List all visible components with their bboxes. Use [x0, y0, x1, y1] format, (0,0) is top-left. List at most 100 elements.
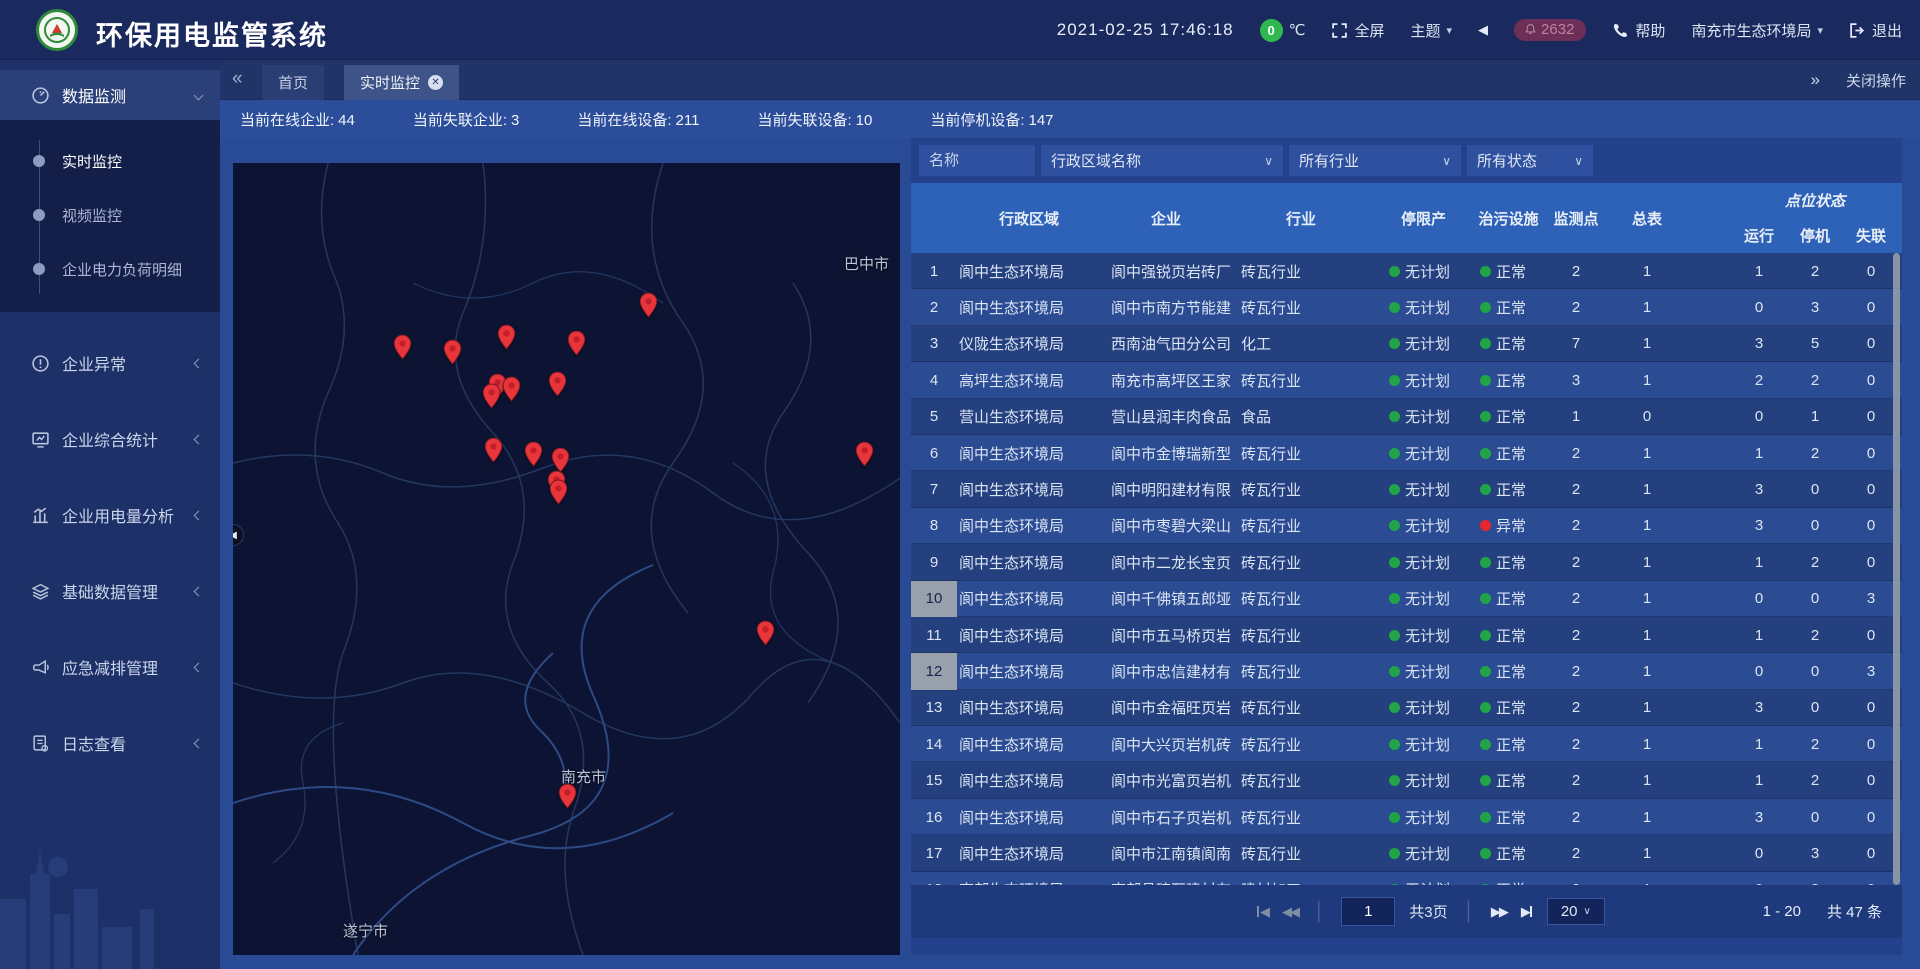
tabs-scroll-right-icon[interactable]: » [1811, 70, 1820, 90]
table-row[interactable]: 7阆中生态环境局阆中明阳建材有限公司砖瓦行业无计划正常21300 [911, 471, 1902, 507]
cell-lost: 0 [1843, 845, 1899, 862]
map-pin-icon[interactable] [502, 376, 521, 402]
cell-run: 1 [1731, 772, 1787, 789]
cell-company: 阆中市金博瑞新型墙材 [1101, 443, 1231, 464]
map-pin-icon[interactable] [855, 441, 874, 467]
theme-button[interactable]: 主题▾ [1411, 20, 1453, 41]
sidebar-subitem-0-0[interactable]: 实时监控 [0, 134, 220, 188]
cell-company: 阆中市江南镇阆南页岩 [1101, 843, 1231, 864]
chevron-down-icon: ∨ [1584, 906, 1591, 917]
sidebar-item-2[interactable]: 企业综合统计 [0, 414, 220, 464]
next-page-button[interactable]: ▶▶ [1491, 904, 1507, 920]
sidebar-subitem-0-2[interactable]: 企业电力负荷明细 [0, 242, 220, 296]
close-operations-button[interactable]: 关闭操作 [1846, 70, 1906, 91]
sidebar-item-4[interactable]: 基础数据管理 [0, 566, 220, 616]
col-region: 行政区域 [957, 208, 1101, 229]
map-pin-icon[interactable] [756, 620, 775, 646]
map-pin-icon[interactable] [567, 330, 586, 356]
page-size-select[interactable]: 20∨ [1547, 898, 1605, 925]
map-pin-icon[interactable] [558, 783, 577, 809]
status-select[interactable]: 所有状态∨ [1467, 145, 1593, 176]
sidebar-item-0[interactable]: 数据监测 [0, 70, 220, 120]
cell-lost: 0 [1843, 736, 1899, 753]
table-row[interactable]: 11阆中生态环境局阆中市五马桥页岩机砖砖瓦行业无计划正常21120 [911, 617, 1902, 653]
last-page-button[interactable]: ▶ [1521, 904, 1533, 920]
tab-realtime-monitor[interactable]: 实时监控 ✕ [344, 65, 459, 100]
cell-treatment-status: 正常 [1476, 333, 1541, 354]
first-page-button[interactable]: ◀ [1256, 904, 1268, 920]
tabs-scroll-left-icon[interactable]: « [232, 68, 243, 90]
table-row[interactable]: 9阆中生态环境局阆中市二龙长宝页岩砖砖瓦行业无计划正常21120 [911, 544, 1902, 580]
map-pin-icon[interactable] [482, 383, 501, 409]
map-pin-icon[interactable] [484, 437, 503, 463]
table-row[interactable]: 1阆中生态环境局阆中强锐页岩砖厂砖瓦行业无计划正常21120 [911, 253, 1902, 289]
help-button[interactable]: 帮助 [1612, 20, 1665, 41]
table-row[interactable]: 2阆中生态环境局阆中市南方节能建材有砖瓦行业无计划正常21030 [911, 289, 1902, 325]
cell-company: 南充市高坪区王家店建 [1101, 370, 1231, 391]
table-row[interactable]: 15阆中生态环境局阆中市光富页岩机砖厂砖瓦行业无计划正常21120 [911, 762, 1902, 798]
tab-close-icon[interactable]: ✕ [428, 75, 443, 90]
col-point-status-group: 点位状态 [1731, 190, 1899, 211]
cell-run: 0 [1731, 845, 1787, 862]
page-number-input[interactable] [1341, 897, 1395, 926]
table-row[interactable]: 3仪陇生态环境局西南油气田分公司川中化工无计划正常71350 [911, 326, 1902, 362]
cell-limit-status: 无计划 [1371, 625, 1476, 646]
bell-icon [1524, 23, 1537, 36]
sidebar-item-5[interactable]: 应急减排管理 [0, 642, 220, 692]
name-search-input[interactable] [929, 152, 1025, 169]
table-row[interactable]: 14阆中生态环境局阆中大兴页岩机砖厂砖瓦行业无计划正常21120 [911, 726, 1902, 762]
prev-page-button[interactable]: ◀◀ [1282, 904, 1298, 920]
sidebar-item-1[interactable]: 企业异常 [0, 338, 220, 388]
org-selector[interactable]: 南充市生态环境局▾ [1691, 20, 1823, 41]
message-badge[interactable]: 2632 [1514, 19, 1586, 41]
cell-company: 营山县润丰肉食品有限 [1101, 406, 1231, 427]
region-select[interactable]: 行政区域名称∨ [1041, 145, 1283, 176]
table-row[interactable]: 6阆中生态环境局阆中市金博瑞新型墙材砖瓦行业无计划正常21120 [911, 435, 1902, 471]
status-dot-icon [1480, 520, 1491, 531]
cell-region: 仪陇生态环境局 [957, 333, 1101, 354]
tab-home[interactable]: 首页 [262, 65, 324, 100]
table-row[interactable]: 18南部生态环境局南部县砖瓦建材有限公建材加工无计划正常21030 [911, 872, 1902, 885]
map-pin-icon[interactable] [524, 441, 543, 467]
table-row[interactable]: 17阆中生态环境局阆中市江南镇阆南页岩砖瓦行业无计划正常21030 [911, 835, 1902, 871]
map-pin-icon[interactable] [548, 371, 567, 397]
map-roads [233, 163, 900, 955]
industry-select[interactable]: 所有行业∨ [1289, 145, 1461, 176]
table-row[interactable]: 12阆中生态环境局阆中市忠信建材有限公砖瓦行业无计划正常21003 [911, 653, 1902, 689]
status-dot-icon [1389, 520, 1400, 531]
map-pin-icon[interactable] [497, 324, 516, 350]
map-pin-icon[interactable] [549, 479, 568, 505]
map-panel[interactable]: 巴中市南充市遂宁市 ◀ [233, 163, 900, 955]
map-pin-icon[interactable] [393, 334, 412, 360]
table-row[interactable]: 16阆中生态环境局阆中市石子页岩机砖厂砖瓦行业无计划正常21300 [911, 799, 1902, 835]
status-dot-icon [1480, 557, 1491, 568]
table-row[interactable]: 8阆中生态环境局阆中市枣碧大梁山页岩砖瓦行业无计划异常21300 [911, 508, 1902, 544]
logout-button[interactable]: 退出 [1849, 20, 1902, 41]
status-dot-icon [1480, 266, 1491, 277]
table-row[interactable]: 5营山生态环境局营山县润丰肉食品有限食品无计划正常10010 [911, 399, 1902, 435]
table-row[interactable]: 10阆中生态环境局阆中千佛镇五郎垭页岩砖瓦行业无计划正常21003 [911, 581, 1902, 617]
sidebar-subitem-0-1[interactable]: 视频监控 [0, 188, 220, 242]
table-row[interactable]: 13阆中生态环境局阆中市金福旺页岩机砖砖瓦行业无计划正常21300 [911, 690, 1902, 726]
sidebar-item-3[interactable]: 企业用电量分析 [0, 490, 220, 540]
cell-points: 2 [1541, 627, 1611, 644]
fullscreen-button[interactable]: 全屏 [1331, 20, 1384, 41]
cell-stop: 0 [1787, 809, 1843, 826]
cell-limit-status: 无计划 [1371, 406, 1476, 427]
table-row[interactable]: 4高坪生态环境局南充市高坪区王家店建砖瓦行业无计划正常31220 [911, 362, 1902, 398]
map-pin-icon[interactable] [639, 292, 658, 318]
vertical-scrollbar[interactable] [1893, 253, 1900, 885]
status-dot-icon [1480, 411, 1491, 422]
cell-industry: 砖瓦行业 [1231, 515, 1371, 536]
tab-bar: « 首页 实时监控 ✕ » 关闭操作 [220, 60, 1920, 100]
sidebar-item-6[interactable]: 日志查看 [0, 718, 220, 768]
cell-treatment-status: 正常 [1476, 843, 1541, 864]
cell-industry: 砖瓦行业 [1231, 552, 1371, 573]
col-points: 监测点 [1541, 208, 1611, 229]
collapse-left-icon[interactable]: ◀ [1478, 22, 1488, 38]
cell-stop: 2 [1787, 736, 1843, 753]
cell-region: 阆中生态环境局 [957, 515, 1101, 536]
cell-run: 3 [1731, 335, 1787, 352]
cell-limit-status: 无计划 [1371, 333, 1476, 354]
map-pin-icon[interactable] [443, 339, 462, 365]
